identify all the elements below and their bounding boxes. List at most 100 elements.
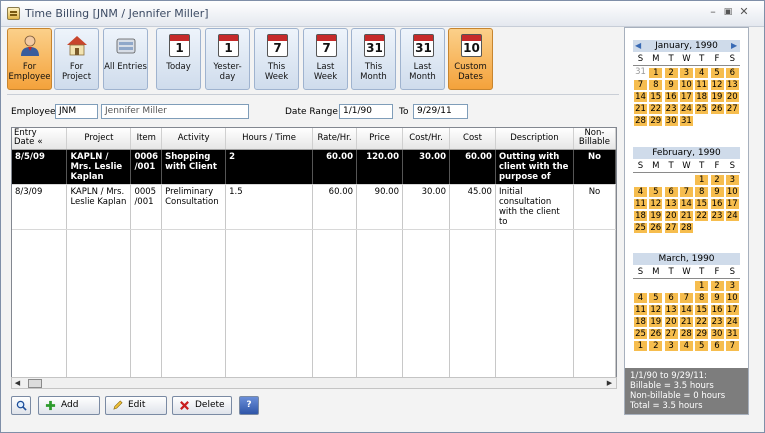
calendar-day[interactable]: 21 bbox=[678, 210, 694, 222]
calendar-day[interactable]: 26 bbox=[648, 222, 664, 234]
calendar-day[interactable]: 11 bbox=[633, 198, 648, 210]
calendar-day[interactable]: 14 bbox=[678, 198, 694, 210]
column-header[interactable]: Activity bbox=[161, 128, 227, 150]
calendar-day[interactable]: 7 bbox=[678, 186, 694, 198]
calendar-day[interactable]: 10 bbox=[724, 186, 740, 198]
calendar-day[interactable]: 30 bbox=[709, 328, 725, 340]
calendar-day[interactable]: 3 bbox=[724, 174, 740, 186]
calendar-day[interactable]: 8 bbox=[694, 186, 710, 198]
calendar-day[interactable]: 22 bbox=[694, 316, 710, 328]
toolbar-button-for-project[interactable]: For Project bbox=[54, 28, 99, 90]
calendar-day[interactable]: 26 bbox=[648, 328, 664, 340]
calendar-day[interactable]: 28 bbox=[678, 328, 694, 340]
calendar-day[interactable]: 22 bbox=[648, 103, 664, 115]
calendar-day[interactable]: 15 bbox=[694, 198, 710, 210]
calendar-day[interactable]: 27 bbox=[663, 328, 679, 340]
calendar-day[interactable]: 7 bbox=[678, 292, 694, 304]
scroll-thumb[interactable] bbox=[28, 379, 42, 388]
horizontal-scrollbar[interactable]: ◀ ▶ bbox=[11, 377, 617, 389]
calendar-day[interactable]: 17 bbox=[724, 304, 740, 316]
prev-month-icon[interactable]: ◀ bbox=[635, 40, 641, 52]
calendar-day[interactable]: 29 bbox=[694, 328, 710, 340]
calendar-day[interactable]: 8 bbox=[648, 79, 664, 91]
calendar-day[interactable]: 9 bbox=[709, 186, 725, 198]
calendar-day[interactable]: 6 bbox=[709, 340, 725, 352]
calendar-day[interactable]: 31 bbox=[678, 115, 694, 127]
calendar-day[interactable]: 13 bbox=[663, 304, 679, 316]
calendar-day[interactable]: 12 bbox=[709, 79, 725, 91]
scroll-left-icon[interactable]: ◀ bbox=[13, 379, 22, 388]
calendar-day[interactable]: 5 bbox=[709, 67, 725, 79]
calendar-day[interactable]: 10 bbox=[724, 292, 740, 304]
calendar-day[interactable]: 23 bbox=[663, 103, 679, 115]
calendar-day[interactable]: 2 bbox=[709, 280, 725, 292]
column-header[interactable]: Rate/Hr. bbox=[312, 128, 358, 150]
calendar-day[interactable]: 2 bbox=[709, 174, 725, 186]
table-row[interactable]: 8/5/09 KAPLN / Mrs. Leslie Kaplan 0006 /00… bbox=[12, 149, 616, 185]
calendar-day[interactable]: 12 bbox=[648, 198, 664, 210]
calendar-day[interactable]: 20 bbox=[724, 91, 740, 103]
calendar-day[interactable]: 29 bbox=[648, 115, 664, 127]
employee-code-field[interactable]: JNM bbox=[55, 104, 98, 119]
calendar-day[interactable]: 6 bbox=[663, 292, 679, 304]
calendar-day[interactable]: 9 bbox=[709, 292, 725, 304]
calendar-day[interactable]: 27 bbox=[663, 222, 679, 234]
calendar-day[interactable]: 15 bbox=[648, 91, 664, 103]
calendar-day[interactable]: 22 bbox=[694, 210, 710, 222]
calendar-day[interactable]: 27 bbox=[724, 103, 740, 115]
date-to-field[interactable]: 9/29/11 bbox=[413, 104, 468, 119]
table-row[interactable]: 8/3/09 KAPLN / Mrs. Leslie Kaplan 0005 /00… bbox=[12, 184, 616, 230]
calendar-day[interactable]: 4 bbox=[633, 186, 648, 198]
calendar-day[interactable]: 18 bbox=[633, 210, 648, 222]
delete-button[interactable]: Delete bbox=[172, 396, 232, 415]
calendar-day[interactable]: 28 bbox=[633, 115, 648, 127]
close-icon[interactable]: ✕ bbox=[737, 5, 751, 19]
calendar-day[interactable]: 1 bbox=[694, 280, 710, 292]
calendar-day[interactable]: 31 bbox=[633, 67, 648, 78]
calendar-day[interactable]: 5 bbox=[648, 292, 664, 304]
calendar-day[interactable]: 4 bbox=[678, 340, 694, 352]
calendar-day[interactable]: 3 bbox=[663, 340, 679, 352]
column-header[interactable]: Item bbox=[130, 128, 163, 150]
calendar-day[interactable]: 19 bbox=[648, 316, 664, 328]
calendar-day[interactable]: 24 bbox=[724, 316, 740, 328]
calendar-day[interactable]: 18 bbox=[633, 316, 648, 328]
calendar-day[interactable]: 19 bbox=[709, 91, 725, 103]
column-header[interactable]: Cost bbox=[449, 128, 496, 150]
next-month-icon[interactable]: ▶ bbox=[731, 40, 737, 52]
add-button[interactable]: Add bbox=[38, 396, 100, 415]
calendar-day[interactable]: 16 bbox=[663, 91, 679, 103]
calendar-day[interactable]: 25 bbox=[633, 328, 648, 340]
calendar-day[interactable]: 31 bbox=[724, 328, 740, 340]
calendar-day[interactable]: 30 bbox=[663, 115, 679, 127]
calendar-day[interactable]: 4 bbox=[633, 292, 648, 304]
calendar-day[interactable]: 21 bbox=[678, 316, 694, 328]
calendar-day[interactable]: 7 bbox=[724, 340, 740, 352]
calendar-day[interactable]: 21 bbox=[633, 103, 648, 115]
toolbar-button-last-month[interactable]: 31 Last Month bbox=[400, 28, 445, 90]
calendar-day[interactable]: 1 bbox=[694, 174, 710, 186]
calendar-day[interactable]: 2 bbox=[663, 67, 679, 79]
calendar-day[interactable]: 14 bbox=[633, 91, 648, 103]
edit-button[interactable]: Edit bbox=[105, 396, 167, 415]
column-header[interactable]: Non-Billable bbox=[573, 128, 616, 150]
maximize-icon[interactable]: ▣ bbox=[721, 5, 735, 19]
calendar-day[interactable]: 9 bbox=[663, 79, 679, 91]
calendar-day[interactable]: 6 bbox=[724, 67, 740, 79]
column-header[interactable]: Project bbox=[66, 128, 132, 150]
toolbar-button-custom-dates[interactable]: 10 Custom Dates bbox=[448, 28, 493, 90]
calendar-day[interactable]: 20 bbox=[663, 316, 679, 328]
calendar-day[interactable]: 19 bbox=[648, 210, 664, 222]
title-bar[interactable]: Time Billing [JNM / Jennifer Miller] – ▣… bbox=[1, 1, 764, 27]
toolbar-button-last-week[interactable]: 7 Last Week bbox=[303, 28, 348, 90]
calendar-day[interactable]: 11 bbox=[633, 304, 648, 316]
column-header[interactable]: Cost/Hr. bbox=[402, 128, 450, 150]
column-header[interactable]: Price bbox=[356, 128, 403, 150]
calendar-day[interactable]: 24 bbox=[678, 103, 694, 115]
column-header[interactable]: Description bbox=[495, 128, 574, 150]
date-from-field[interactable]: 1/1/90 bbox=[339, 104, 393, 119]
calendar-day[interactable]: 5 bbox=[694, 340, 710, 352]
search-button[interactable] bbox=[11, 396, 31, 415]
calendar-day[interactable]: 24 bbox=[724, 210, 740, 222]
calendar-day[interactable]: 17 bbox=[678, 91, 694, 103]
